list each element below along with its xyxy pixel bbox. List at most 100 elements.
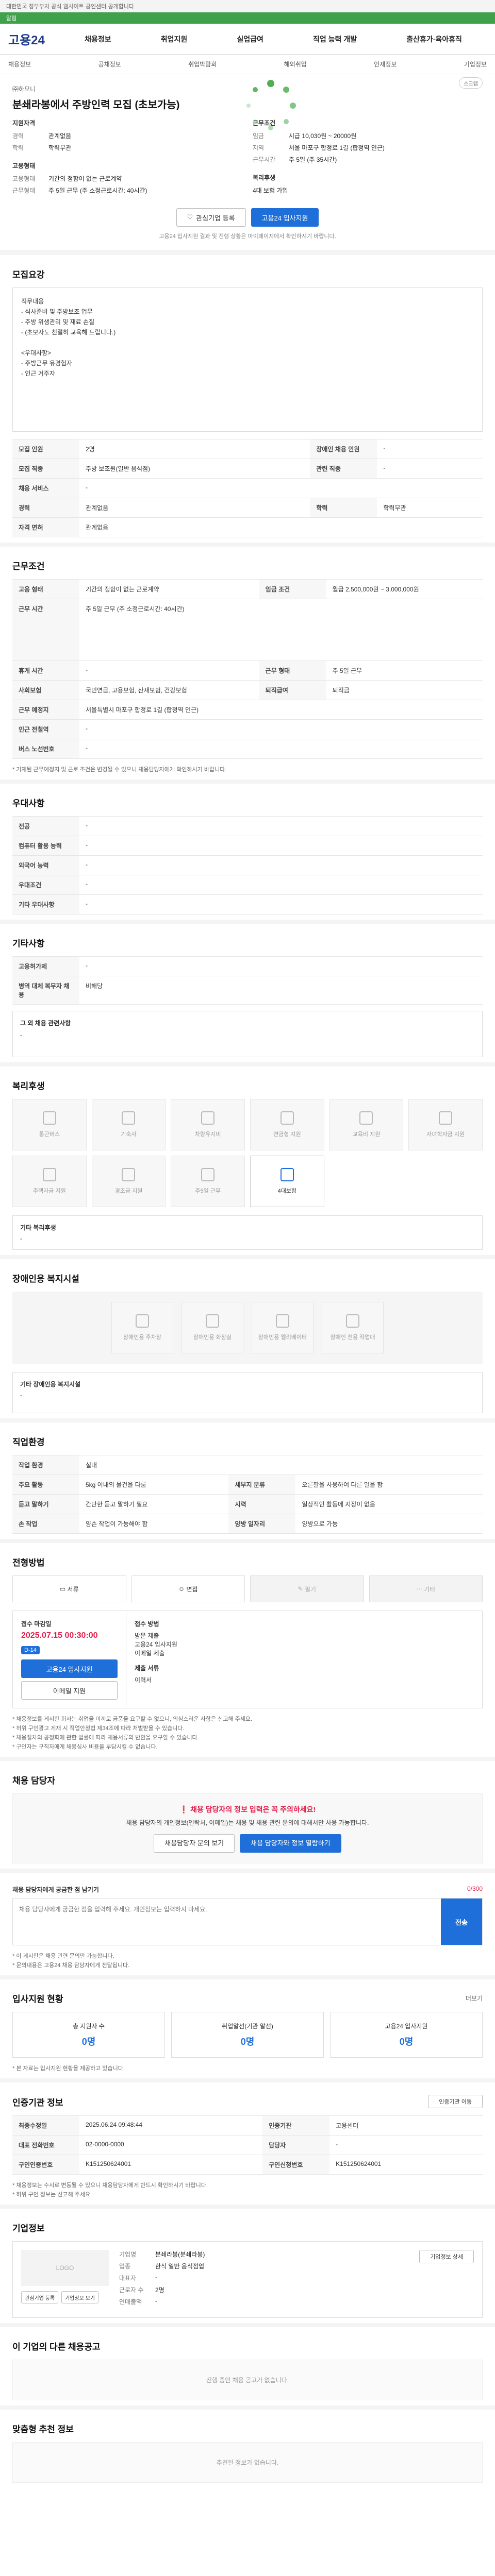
corp-info-button[interactable]: 기업정보 보기 [61, 2291, 98, 2303]
disabled-grid: 장애인용 주차장 장애인용 화장실 장애인용 엘리베이터 장애인 전용 작업대 [12, 1292, 483, 1364]
email-apply-button[interactable]: 이메일 지원 [21, 1681, 118, 1700]
table-cell: 고용센터 [329, 2115, 483, 2136]
subnav-talent[interactable]: 인재정보 [374, 60, 397, 69]
kv-key: 기업명 [119, 2251, 137, 2258]
subnav-overseas[interactable]: 해외취업 [284, 60, 307, 69]
subnav-jobs[interactable]: 채용정보 [8, 60, 31, 69]
org-notes: * 채용정보는 수시로 변동될 수 있으니 채용담당자에게 반드시 확인하시기 … [12, 2181, 483, 2199]
table-cell: - [79, 719, 483, 739]
section-title: 기업정보 [12, 2224, 45, 2233]
table-row: 인근 전철역 - [12, 719, 483, 739]
disabled-card: 장애인 전용 작업대 [322, 1302, 384, 1353]
kv-value: 주 5일 (주 35시간) [289, 156, 337, 163]
table-cell: 관계없음 [79, 517, 483, 537]
nav-jobs[interactable]: 채용정보 [85, 34, 111, 44]
table-row: 컴퓨터 활용 능력 - [12, 836, 483, 856]
apply-method-panel: 접수 방법 방문 제출 고용24 입사지원 이메일 제출 제출 서류 이력서 [126, 1611, 482, 1708]
corp-interest-button[interactable]: 관심기업 등록 [21, 2291, 58, 2303]
person-icon: ☺ [178, 1585, 187, 1592]
loading-spinner-icon [246, 80, 296, 130]
welfare-label: 주택자금 지원 [32, 1188, 66, 1194]
table-row: 휴게 시간 - 근무 형태 주 5일 근무 [12, 660, 483, 681]
kv-key: 연매출액 [119, 2298, 142, 2306]
welfare-card: 연금형 지원 [250, 1099, 324, 1150]
table-header: 병역 대체 복무자 채용 [12, 976, 79, 1005]
nav-support[interactable]: 취업지원 [161, 34, 188, 44]
calendar-icon [201, 1168, 215, 1181]
section-title: 전형방법 [12, 1558, 45, 1568]
table-header: 전공 [12, 816, 79, 836]
dday-badge: D-14 [21, 1646, 40, 1654]
qa-send-button[interactable]: 전송 [441, 1899, 482, 1945]
table-row: 주요 활동 5kg 이내의 물건을 다룸 세부지 분류 오른팔을 사용하여 다른 일을… [12, 1475, 483, 1495]
other-jobs-section: 이 기업의 다른 채용공고 진행 중인 채용 공고가 없습니다. [0, 2323, 495, 2405]
stat-value: 0명 [399, 2037, 414, 2047]
notice-item: * 구인자는 구직자에게 채용심사 비용을 부담시킬 수 없습니다. [12, 1744, 158, 1750]
table-header: 대표 전화번호 [12, 2135, 79, 2155]
welfare-other-label: 기타 복리후생 [20, 1224, 56, 1231]
disabled-other-value: - [20, 1392, 22, 1399]
environment-table: 작업 환경 실내 주요 활동 5kg 이내의 물건을 다룸 세부지 분류 오른팔을 사용… [12, 1455, 483, 1534]
manager-section: 채용 담당자 ❗ 채용 담당자의 정보 입력은 꼭 주의하세요! 채용 담당자의… [0, 1757, 495, 1869]
table-header: 근무 형태 [259, 660, 326, 681]
table-row: 전공 - [12, 816, 483, 836]
nav-training[interactable]: 직업 능력 개발 [313, 34, 357, 44]
subnav-company[interactable]: 기업정보 [464, 60, 487, 69]
table-header: 듣고 말하기 [12, 1494, 79, 1514]
table-cell: - [79, 660, 259, 681]
qa-counter: 0/300 [467, 1885, 483, 1892]
table-cell: - [377, 459, 483, 479]
table-row: 버스 노선번호 - [12, 739, 483, 759]
manager-inquiry-button[interactable]: 채용담당자 문의 보기 [154, 1834, 235, 1853]
workbench-icon [346, 1314, 359, 1328]
org-link-button[interactable]: 인증기관 이동 [428, 2095, 483, 2108]
nav-leave[interactable]: 출산휴가·육아휴직 [406, 34, 462, 44]
qualification-title: 지원자격 [12, 120, 36, 127]
apply-button[interactable]: 고용24 입사지원 [251, 208, 319, 227]
table-cell: - [79, 855, 483, 875]
stat-value: 0명 [240, 2037, 255, 2047]
table-cell: 학력무관 [377, 498, 483, 518]
kv-value: - [155, 2274, 157, 2281]
table-header: 손 작업 [12, 1514, 79, 1534]
corp-detail-button[interactable]: 기업정보 상세 [419, 2250, 474, 2263]
table-header: 휴게 시간 [12, 660, 79, 681]
pencil-icon: ✎ [298, 1585, 305, 1592]
qa-input[interactable] [13, 1899, 441, 1945]
welfare-summary-title: 복리후생 [253, 174, 276, 181]
stats-more-link[interactable]: 더보기 [466, 1994, 483, 2003]
table-header: 학력 [310, 498, 377, 518]
table-cell: 주방 보조원(일반 음식점) [79, 459, 310, 479]
table-header: 담당자 [262, 2135, 330, 2155]
qualification-block: 지원자격 경력 관계없음 학력 학력무관 [12, 118, 242, 152]
table-header: 사회보험 [12, 680, 79, 700]
welfare-summary-block: 복리후생 4대 보험 가입 [253, 173, 483, 195]
table-header: 임금 조건 [259, 579, 326, 599]
table-header: 구인신청번호 [262, 2155, 330, 2175]
table-header: 우대조건 [12, 875, 79, 895]
work-note: * 기재된 근무예정지 및 근로 조건은 변경될 수 있으니 채용담당자에게 확… [12, 767, 227, 773]
subnav-public[interactable]: 공채정보 [98, 60, 121, 69]
job-summary: ㈜하모니 분쇄라봉에서 주방인력 모집 (초보가능) 스크랩 지원자격 경력 관계… [0, 74, 495, 251]
nav-unemployment[interactable]: 실업급여 [237, 34, 263, 44]
section-title: 복리후생 [12, 1081, 45, 1091]
table-cell: 양방으로 가능 [295, 1514, 483, 1534]
kv-key: 지역 [253, 144, 265, 151]
table-cell: - [79, 739, 483, 759]
qa-title: 채용 담당자에게 궁금한 점 남기기 [12, 1886, 99, 1893]
subnav-fair[interactable]: 취업박람회 [188, 60, 217, 69]
method-label: 필기 [304, 1585, 316, 1593]
warning-text: 채용 담당자의 개인정보(연락처, 이메일)는 채용 및 채용 관련 문의에 대… [126, 1819, 369, 1826]
interest-button[interactable]: ♡ 관심기업 등록 [176, 208, 246, 227]
method-value: 방문 제출 [135, 1632, 159, 1639]
table-header: 구인인증번호 [12, 2155, 79, 2175]
site-logo[interactable]: 고용24 [8, 30, 60, 48]
sub-nav: 채용정보 공채정보 취업박람회 해외취업 인재정보 기업정보 [0, 55, 495, 74]
deadline-label: 접수 마감일 [21, 1620, 52, 1628]
table-header: 자격 면허 [12, 517, 79, 537]
scrap-button[interactable]: 스크랩 [459, 77, 483, 89]
manager-reveal-button[interactable]: 채용 담당자와 정보 열람하기 [240, 1834, 341, 1853]
kv-key: 대표자 [119, 2275, 137, 2282]
welfare-label: 통근버스 [39, 1131, 60, 1138]
apply-now-button[interactable]: 고용24 입사지원 [21, 1659, 118, 1678]
